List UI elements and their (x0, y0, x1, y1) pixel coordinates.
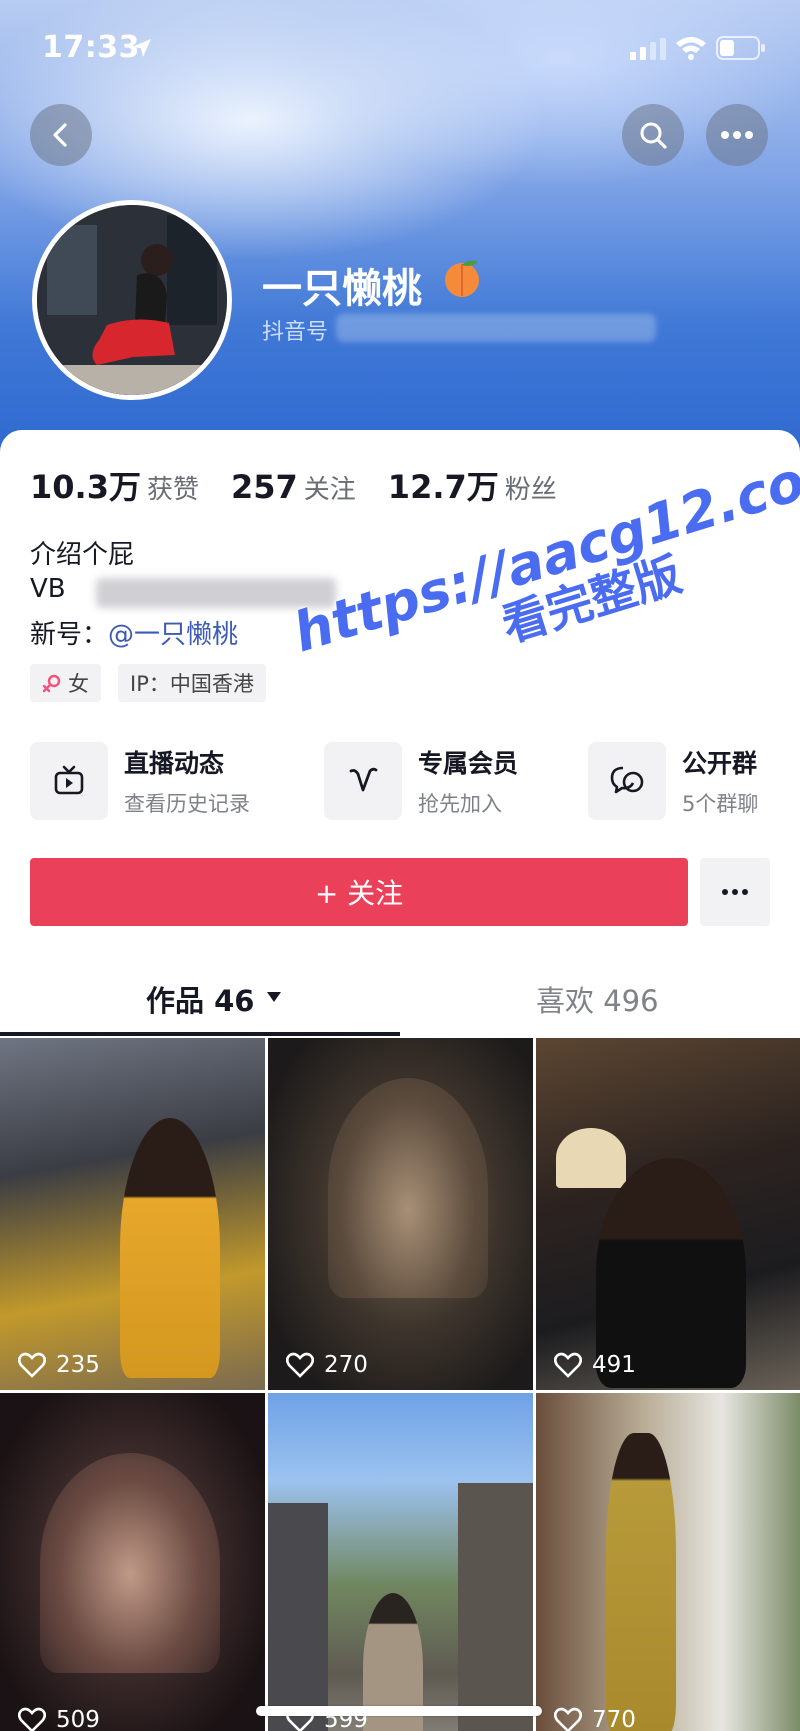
followers-count[interactable]: 12.7万 (388, 462, 499, 508)
bio-line-3: 新号：@一只懒桃 (30, 614, 238, 651)
like-count-text: 491 (592, 1352, 636, 1378)
ip-text: IP：中国香港 (130, 672, 254, 696)
heart-icon (18, 1707, 46, 1731)
following-count[interactable]: 257 (231, 468, 298, 506)
battery-icon (716, 36, 765, 60)
status-time: 17:33 (42, 30, 140, 65)
back-button[interactable] (30, 104, 92, 166)
search-button[interactable] (622, 104, 684, 166)
video-thumbnail[interactable]: 235 (0, 1038, 265, 1390)
heart-icon (18, 1352, 46, 1378)
tv-icon (54, 765, 84, 795)
more-dots-icon (722, 889, 748, 895)
heart-icon (286, 1352, 314, 1378)
tab-works[interactable]: 作品 46 (146, 978, 254, 1020)
bio-mention-link[interactable]: @一只懒桃 (108, 620, 238, 650)
follow-button[interactable]: + 关注 (30, 858, 688, 926)
home-indicator[interactable] (256, 1706, 542, 1716)
status-bar: 17:33 (0, 0, 800, 96)
v-badge-icon (349, 767, 378, 792)
more-options-button[interactable] (706, 104, 768, 166)
like-count: 235 (18, 1352, 100, 1378)
like-count: 770 (554, 1707, 636, 1731)
gender-tag: 女 (30, 664, 101, 702)
bio-line-1: 介绍个屁 (30, 540, 135, 570)
tab-likes[interactable]: 喜欢 496 (536, 978, 659, 1020)
caret-down-icon[interactable] (265, 990, 283, 1004)
more-actions-button[interactable] (700, 858, 770, 926)
search-icon (640, 122, 667, 149)
avatar-photo (37, 205, 227, 395)
profile-stats: 10.3万 获赞 257 关注 12.7万 粉丝 (30, 462, 589, 506)
active-tab-indicator (0, 1032, 400, 1036)
video-thumbnail[interactable]: 599 (268, 1393, 533, 1731)
profile-nickname: 一只懒桃 (262, 266, 422, 312)
more-dots-icon (721, 131, 753, 139)
female-icon (42, 674, 61, 693)
gender-text: 女 (68, 672, 89, 696)
likes-count[interactable]: 10.3万 (30, 462, 141, 508)
bio-line-2: VB (30, 574, 66, 604)
service-subtitle: 查看历史记录 (124, 792, 250, 816)
like-count-text: 235 (56, 1352, 100, 1378)
service-title: 直播动态 (124, 749, 225, 778)
cellular-signal-icon (630, 38, 666, 60)
likes-label: 获赞 (146, 475, 199, 505)
like-count-text: 270 (324, 1352, 368, 1378)
peach-icon (445, 260, 479, 297)
like-count: 270 (286, 1352, 368, 1378)
like-count-text: 509 (56, 1707, 100, 1731)
douyin-id-label: 抖音号 (262, 320, 329, 345)
video-thumbnail[interactable]: 509 (0, 1393, 265, 1731)
ip-location-tag: IP：中国香港 (118, 664, 266, 702)
service-icon-box (30, 742, 108, 820)
heart-icon (554, 1707, 582, 1731)
service-title: 专属会员 (418, 749, 519, 778)
exclusive-membership-entry[interactable]: 专属会员 抢先加入 (324, 742, 518, 820)
video-thumbnail[interactable]: 491 (536, 1038, 800, 1390)
avatar[interactable] (32, 200, 232, 400)
service-icon-box (324, 742, 402, 820)
like-count-text: 770 (592, 1707, 636, 1731)
service-subtitle: 抢先加入 (418, 792, 502, 816)
video-thumbnail[interactable]: 270 (268, 1038, 533, 1390)
like-count: 491 (554, 1352, 636, 1378)
service-icon-box (588, 742, 666, 820)
bio-new-account-label: 新号： (30, 620, 109, 650)
video-thumbnail[interactable]: 770 (536, 1393, 800, 1731)
like-count: 509 (18, 1707, 100, 1731)
service-subtitle: 5个群聊 (682, 792, 759, 816)
location-arrow-icon (133, 39, 151, 57)
chat-bubbles-icon (610, 766, 644, 794)
heart-icon (554, 1352, 582, 1378)
douyin-id-value-blurred (336, 314, 656, 342)
public-groups-entry[interactable]: 公开群 5个群聊 (588, 742, 758, 820)
service-title: 公开群 (682, 749, 758, 778)
live-history-entry[interactable]: 直播动态 查看历史记录 (30, 742, 250, 820)
chevron-left-icon (53, 123, 67, 147)
wifi-icon (676, 37, 706, 60)
followers-label: 粉丝 (504, 475, 557, 505)
following-label: 关注 (303, 475, 356, 505)
